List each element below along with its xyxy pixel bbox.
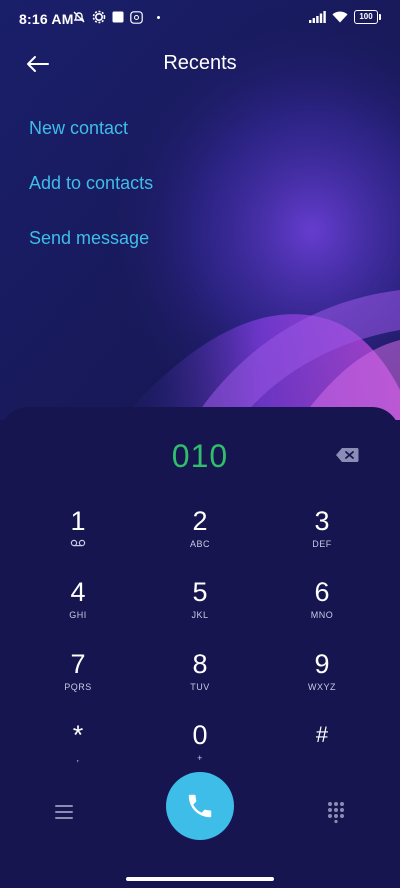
key-letters: ABC bbox=[189, 539, 210, 549]
app-badge-icon bbox=[130, 10, 143, 24]
square-notification-icon bbox=[112, 11, 124, 23]
call-button[interactable] bbox=[166, 772, 234, 840]
key-digit: 6 bbox=[314, 577, 330, 607]
menu-icon bbox=[55, 805, 73, 819]
key-letters: WXYZ bbox=[308, 682, 336, 692]
status-icons-right: 100 bbox=[309, 10, 381, 24]
key-digit: 3 bbox=[314, 506, 330, 536]
key-letters: TUV bbox=[190, 682, 210, 692]
key-3[interactable]: 3 DEF bbox=[267, 505, 377, 561]
status-bar: 8:16 AM 100 bbox=[0, 0, 400, 38]
home-indicator[interactable] bbox=[126, 877, 274, 881]
signal-icon bbox=[309, 11, 326, 23]
backspace-button[interactable] bbox=[334, 446, 360, 464]
dialpad-icon bbox=[328, 802, 344, 824]
key-8[interactable]: 8 TUV bbox=[145, 648, 255, 704]
key-5[interactable]: 5 JKL bbox=[145, 576, 255, 632]
key-digit: 0 bbox=[192, 720, 208, 750]
phone-icon bbox=[188, 794, 212, 818]
key-digit: * bbox=[72, 720, 84, 750]
voicemail-icon bbox=[23, 539, 133, 549]
settings-gear-icon bbox=[92, 10, 106, 24]
key-9[interactable]: 9 WXYZ bbox=[267, 648, 377, 704]
key-digit: 5 bbox=[192, 577, 208, 607]
add-to-contacts-link[interactable]: Add to contacts bbox=[29, 173, 153, 194]
key-4[interactable]: 4 GHI bbox=[23, 576, 133, 632]
key-letters: , bbox=[76, 753, 80, 763]
key-digit: 1 bbox=[70, 506, 86, 536]
wifi-icon bbox=[332, 11, 348, 23]
key-digit: # bbox=[315, 722, 329, 747]
key-letters: MNO bbox=[310, 610, 334, 620]
dialpad-toggle-button[interactable] bbox=[326, 801, 346, 824]
key-digit: 8 bbox=[192, 649, 208, 679]
key-digit: 9 bbox=[314, 649, 330, 679]
key-letters: + bbox=[197, 753, 203, 763]
key-letters: GHI bbox=[69, 610, 87, 620]
battery-icon: 100 bbox=[354, 10, 381, 24]
key-2[interactable]: 2 ABC bbox=[145, 505, 255, 561]
key-digit: 4 bbox=[70, 577, 86, 607]
send-message-link[interactable]: Send message bbox=[29, 228, 149, 249]
backspace-icon bbox=[336, 448, 359, 462]
key-digit: 7 bbox=[70, 649, 86, 679]
muted-bell-icon bbox=[73, 11, 85, 23]
page-title: Recents bbox=[163, 52, 237, 74]
new-contact-link[interactable]: New contact bbox=[29, 118, 128, 139]
key-letters: JKL bbox=[191, 610, 209, 620]
menu-button[interactable] bbox=[54, 803, 74, 821]
key-digit: 2 bbox=[192, 506, 208, 536]
key-0[interactable]: 0 + bbox=[145, 719, 255, 775]
status-time: 8:16 AM bbox=[19, 11, 74, 27]
key-6[interactable]: 6 MNO bbox=[267, 576, 377, 632]
key-hash[interactable]: # bbox=[267, 719, 377, 775]
status-icons-left bbox=[72, 10, 160, 24]
key-letters: DEF bbox=[312, 539, 332, 549]
key-star[interactable]: *, bbox=[23, 719, 133, 775]
key-7[interactable]: 7 PQRS bbox=[23, 648, 133, 704]
dot-icon bbox=[157, 15, 160, 19]
key-1[interactable]: 1 bbox=[23, 505, 133, 561]
key-letters: PQRS bbox=[64, 682, 92, 692]
